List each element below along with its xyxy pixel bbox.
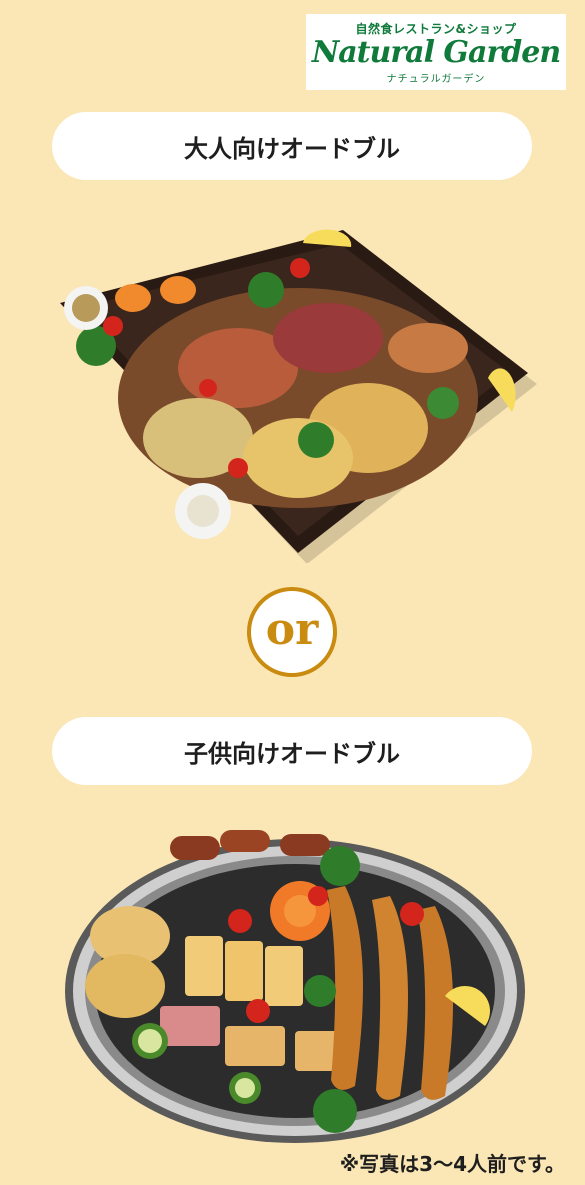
natural-garden-logo: 自然食レストラン&ショップ Natural Garden ナチュラルガーデン [306, 14, 566, 90]
adult-platter-image [60, 229, 537, 563]
logo-brand: Natural Garden [311, 35, 561, 70]
or-badge: or [247, 587, 337, 677]
kids-platter-heading: 子供向けオードブル [52, 717, 532, 785]
logo-kana: ナチュラルガーデン [386, 74, 486, 85]
serving-size-note: ※写真は3〜4人前です。 [339, 1152, 565, 1176]
adult-platter-heading: 大人向けオードブル [52, 112, 532, 180]
kids-platter-image [65, 830, 525, 1143]
